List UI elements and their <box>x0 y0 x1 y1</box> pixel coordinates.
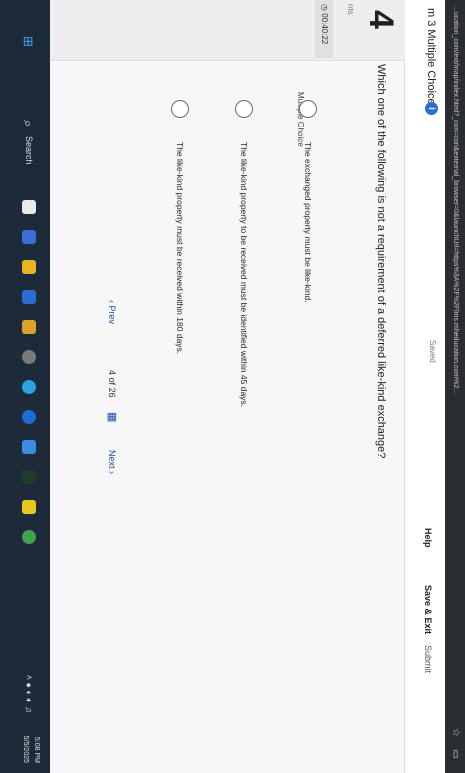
folder-icon[interactable] <box>22 260 36 274</box>
terminal-icon[interactable] <box>22 470 36 484</box>
radio-button[interactable] <box>299 100 317 118</box>
info-icon[interactable]: i <box>425 102 438 115</box>
prev-label[interactable]: Prev <box>107 306 117 325</box>
question-prompt: Which one of the following is not a requ… <box>375 64 387 459</box>
answer-option-text[interactable]: The exchanged property must be like-kind… <box>303 142 313 303</box>
file-explorer-icon[interactable] <box>22 200 36 214</box>
windows-taskbar: ⊞ ⌕ Search ˄ ● ◐ 🔈︎ ♫ 5:08 PM 5/5/2025 <box>0 0 50 773</box>
top-bar: m 3 Multiple Choice i Saved Help Save & … <box>404 0 445 773</box>
question-sidebar: 4 nts ◷ 00:40:22 <box>50 0 405 61</box>
page-of: of <box>107 377 117 386</box>
grid-icon[interactable]: ▦ <box>106 412 119 422</box>
question-navigation: ‹ Prev 4 of 26 ▦ Next › <box>95 300 125 520</box>
windows-start-icon[interactable]: ⊞ <box>20 36 36 47</box>
app-icon[interactable] <box>22 500 36 514</box>
question-number: 4 <box>362 10 400 29</box>
timer-value: 00:40:22 <box>320 13 329 45</box>
answer-option-text[interactable]: The like-kind property must be received … <box>175 142 185 354</box>
page-current: 4 <box>107 370 117 376</box>
teams-icon[interactable] <box>22 230 36 244</box>
app-icon[interactable] <box>22 350 36 364</box>
prev-button[interactable]: ‹ Prev <box>107 300 117 324</box>
radio-button[interactable] <box>235 100 253 118</box>
help-link[interactable]: Help <box>423 528 433 548</box>
laptop-screen: ...ucation_com/ext/map/index.html?_con=c… <box>0 0 465 773</box>
assessment-app: m 3 Multiple Choice i Saved Help Save & … <box>50 0 445 773</box>
search-icon[interactable]: ⌕ <box>20 120 36 127</box>
next-label[interactable]: Next <box>107 450 117 469</box>
clock-time: 5:08 PM <box>33 736 40 763</box>
page-total: 26 <box>107 387 117 398</box>
radio-button[interactable] <box>171 100 189 118</box>
app-icon[interactable] <box>22 320 36 334</box>
timer: ◷ 00:40:22 <box>315 0 333 58</box>
exam-title: m 3 Multiple Choice <box>425 8 437 105</box>
submit-button[interactable]: Submit <box>423 645 433 673</box>
browser-address-bar[interactable]: ...ucation_com/ext/map/index.html?_con=c… <box>445 0 465 773</box>
app-icon[interactable] <box>22 440 36 454</box>
taskbar-search-label[interactable]: Search <box>24 136 34 165</box>
clock-date: 5/5/2025 <box>22 735 29 763</box>
clock-icon: ◷ <box>320 4 329 11</box>
points-label: nts <box>346 4 355 15</box>
app-icon[interactable] <box>22 410 36 424</box>
chrome-icon[interactable] <box>22 530 36 544</box>
clock[interactable]: 5:08 PM 5/5/2025 <box>20 736 42 763</box>
url-text[interactable]: ...ucation_com/ext/map/index.html?_con=c… <box>452 6 459 394</box>
system-tray-icons[interactable]: ˄ ● ◐ 🔈︎ ♫ <box>23 675 34 713</box>
saved-status: Saved <box>428 340 437 363</box>
answer-option-text[interactable]: The like-kind property to be received mu… <box>239 142 249 407</box>
save-exit-button[interactable]: Save & Exit <box>423 585 433 634</box>
next-button[interactable]: Next › <box>107 450 117 474</box>
bookmark-star-icon[interactable]: ☆ <box>445 728 465 737</box>
page-indicator: 4 of 26 <box>107 370 117 398</box>
store-icon[interactable] <box>22 290 36 304</box>
edge-icon[interactable] <box>22 380 36 394</box>
tabs-icon[interactable]: ▭ <box>445 750 465 759</box>
